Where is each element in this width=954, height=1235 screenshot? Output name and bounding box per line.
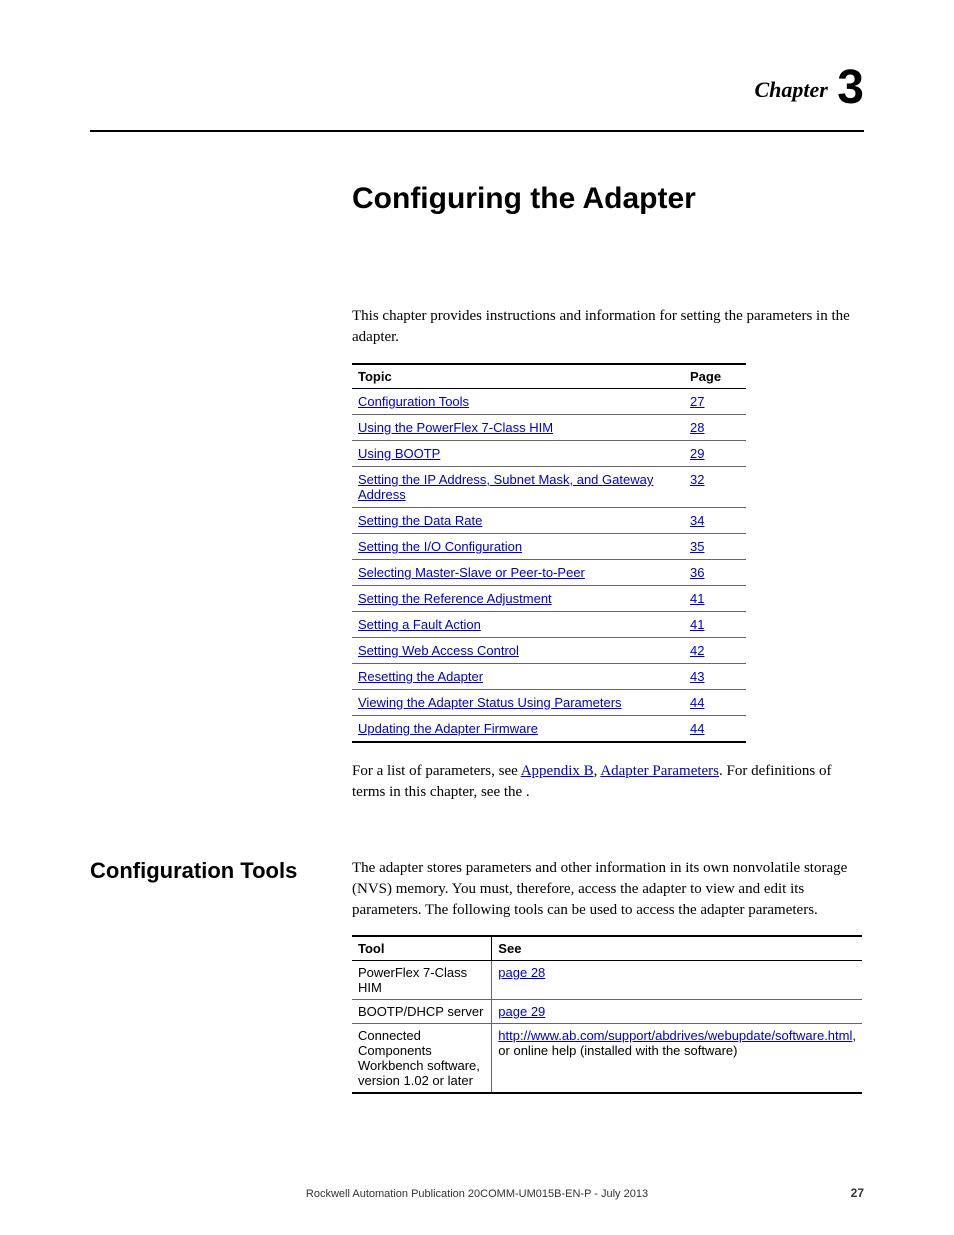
toc-page-link[interactable]: 29 bbox=[690, 446, 704, 461]
toc-link[interactable]: Resetting the Adapter bbox=[358, 669, 483, 684]
toc-row: Using BOOTP 29 bbox=[352, 441, 746, 467]
top-rule bbox=[90, 130, 864, 132]
tool-cell: BOOTP/DHCP server bbox=[352, 1000, 492, 1024]
tool-header-see: See bbox=[492, 936, 862, 961]
toc-page-link[interactable]: 44 bbox=[690, 695, 704, 710]
toc-link[interactable]: Updating the Adapter Firmware bbox=[358, 721, 538, 736]
toc-row: Setting the Reference Adjustment 41 bbox=[352, 586, 746, 612]
toc-row: Selecting Master-Slave or Peer-to-Peer 36 bbox=[352, 560, 746, 586]
toc-row: Configuration Tools 27 bbox=[352, 389, 746, 415]
toc-page-link[interactable]: 32 bbox=[690, 472, 704, 487]
tool-table: Tool See PowerFlex 7-Class HIM page 28 B… bbox=[352, 935, 862, 1094]
section-heading: Configuration Tools bbox=[90, 858, 352, 921]
tool-cell: PowerFlex 7-Class HIM bbox=[352, 961, 492, 1000]
toc-link[interactable]: Selecting Master-Slave or Peer-to-Peer bbox=[358, 565, 585, 580]
toc-row: Resetting the Adapter 43 bbox=[352, 664, 746, 690]
chapter-label: Chapter 3 bbox=[754, 60, 864, 115]
chapter-word: Chapter bbox=[754, 77, 827, 102]
toc-page-link[interactable]: 44 bbox=[690, 721, 704, 736]
toc-row: Updating the Adapter Firmware 44 bbox=[352, 716, 746, 743]
toc-page-link[interactable]: 43 bbox=[690, 669, 704, 684]
appendix-link[interactable]: Appendix B bbox=[521, 763, 594, 779]
post-toc-paragraph: For a list of parameters, see Appendix B… bbox=[352, 761, 864, 803]
toc-link[interactable]: Using BOOTP bbox=[358, 446, 440, 461]
toc-page-link[interactable]: 36 bbox=[690, 565, 704, 580]
tool-see-link[interactable]: page 29 bbox=[498, 1004, 545, 1019]
tool-row: Connected Components Workbench software,… bbox=[352, 1024, 862, 1094]
toc-page-link[interactable]: 41 bbox=[690, 617, 704, 632]
adapter-params-link[interactable]: Adapter Parameters bbox=[600, 763, 719, 779]
intro-paragraph: This chapter provides instructions and i… bbox=[352, 306, 864, 348]
tool-see-link[interactable]: page 28 bbox=[498, 965, 545, 980]
tool-row: BOOTP/DHCP server page 29 bbox=[352, 1000, 862, 1024]
text: For a list of parameters, see bbox=[352, 763, 521, 779]
section-row: Configuration Tools The adapter stores p… bbox=[90, 858, 864, 921]
page: Chapter 3 Configuring the Adapter This c… bbox=[0, 0, 954, 1235]
toc-page-link[interactable]: 41 bbox=[690, 591, 704, 606]
tool-row: PowerFlex 7-Class HIM page 28 bbox=[352, 961, 862, 1000]
tool-see-link[interactable]: http://www.ab.com/support/abdrives/webup… bbox=[498, 1028, 852, 1043]
toc-page-link[interactable]: 35 bbox=[690, 539, 704, 554]
toc-link[interactable]: Setting the IP Address, Subnet Mask, and… bbox=[358, 472, 653, 502]
toc-row: Setting the I/O Configuration 35 bbox=[352, 534, 746, 560]
toc-row: Using the PowerFlex 7-Class HIM 28 bbox=[352, 415, 746, 441]
tool-header-tool: Tool bbox=[352, 936, 492, 961]
toc-page-link[interactable]: 28 bbox=[690, 420, 704, 435]
toc-link[interactable]: Setting Web Access Control bbox=[358, 643, 519, 658]
toc-link[interactable]: Setting the Reference Adjustment bbox=[358, 591, 552, 606]
footer-page-number: 27 bbox=[851, 1186, 864, 1200]
chapter-number: 3 bbox=[837, 61, 864, 114]
toc-table: Topic Page Configuration Tools 27 Using t… bbox=[352, 363, 746, 743]
section-body: The adapter stores parameters and other … bbox=[352, 858, 864, 921]
toc-link[interactable]: Viewing the Adapter Status Using Paramet… bbox=[358, 695, 622, 710]
tool-cell: Connected Components Workbench software,… bbox=[352, 1024, 492, 1094]
toc-link[interactable]: Setting the I/O Configuration bbox=[358, 539, 522, 554]
toc-link[interactable]: Setting the Data Rate bbox=[358, 513, 482, 528]
page-title: Configuring the Adapter bbox=[352, 182, 864, 216]
toc-link[interactable]: Configuration Tools bbox=[358, 394, 469, 409]
toc-page-link[interactable]: 34 bbox=[690, 513, 704, 528]
toc-page-link[interactable]: 27 bbox=[690, 394, 704, 409]
toc-row: Setting the IP Address, Subnet Mask, and… bbox=[352, 467, 746, 508]
toc-row: Setting a Fault Action 41 bbox=[352, 612, 746, 638]
toc-link[interactable]: Using the PowerFlex 7-Class HIM bbox=[358, 420, 553, 435]
toc-row: Viewing the Adapter Status Using Paramet… bbox=[352, 690, 746, 716]
footer-text: Rockwell Automation Publication 20COMM-U… bbox=[306, 1188, 648, 1200]
toc-header-topic: Topic bbox=[352, 364, 684, 389]
toc-row: Setting Web Access Control 42 bbox=[352, 638, 746, 664]
toc-page-link[interactable]: 42 bbox=[690, 643, 704, 658]
toc-link[interactable]: Setting a Fault Action bbox=[358, 617, 481, 632]
toc-row: Setting the Data Rate 34 bbox=[352, 508, 746, 534]
footer: Rockwell Automation Publication 20COMM-U… bbox=[90, 1188, 864, 1200]
toc-header-page: Page bbox=[684, 364, 746, 389]
